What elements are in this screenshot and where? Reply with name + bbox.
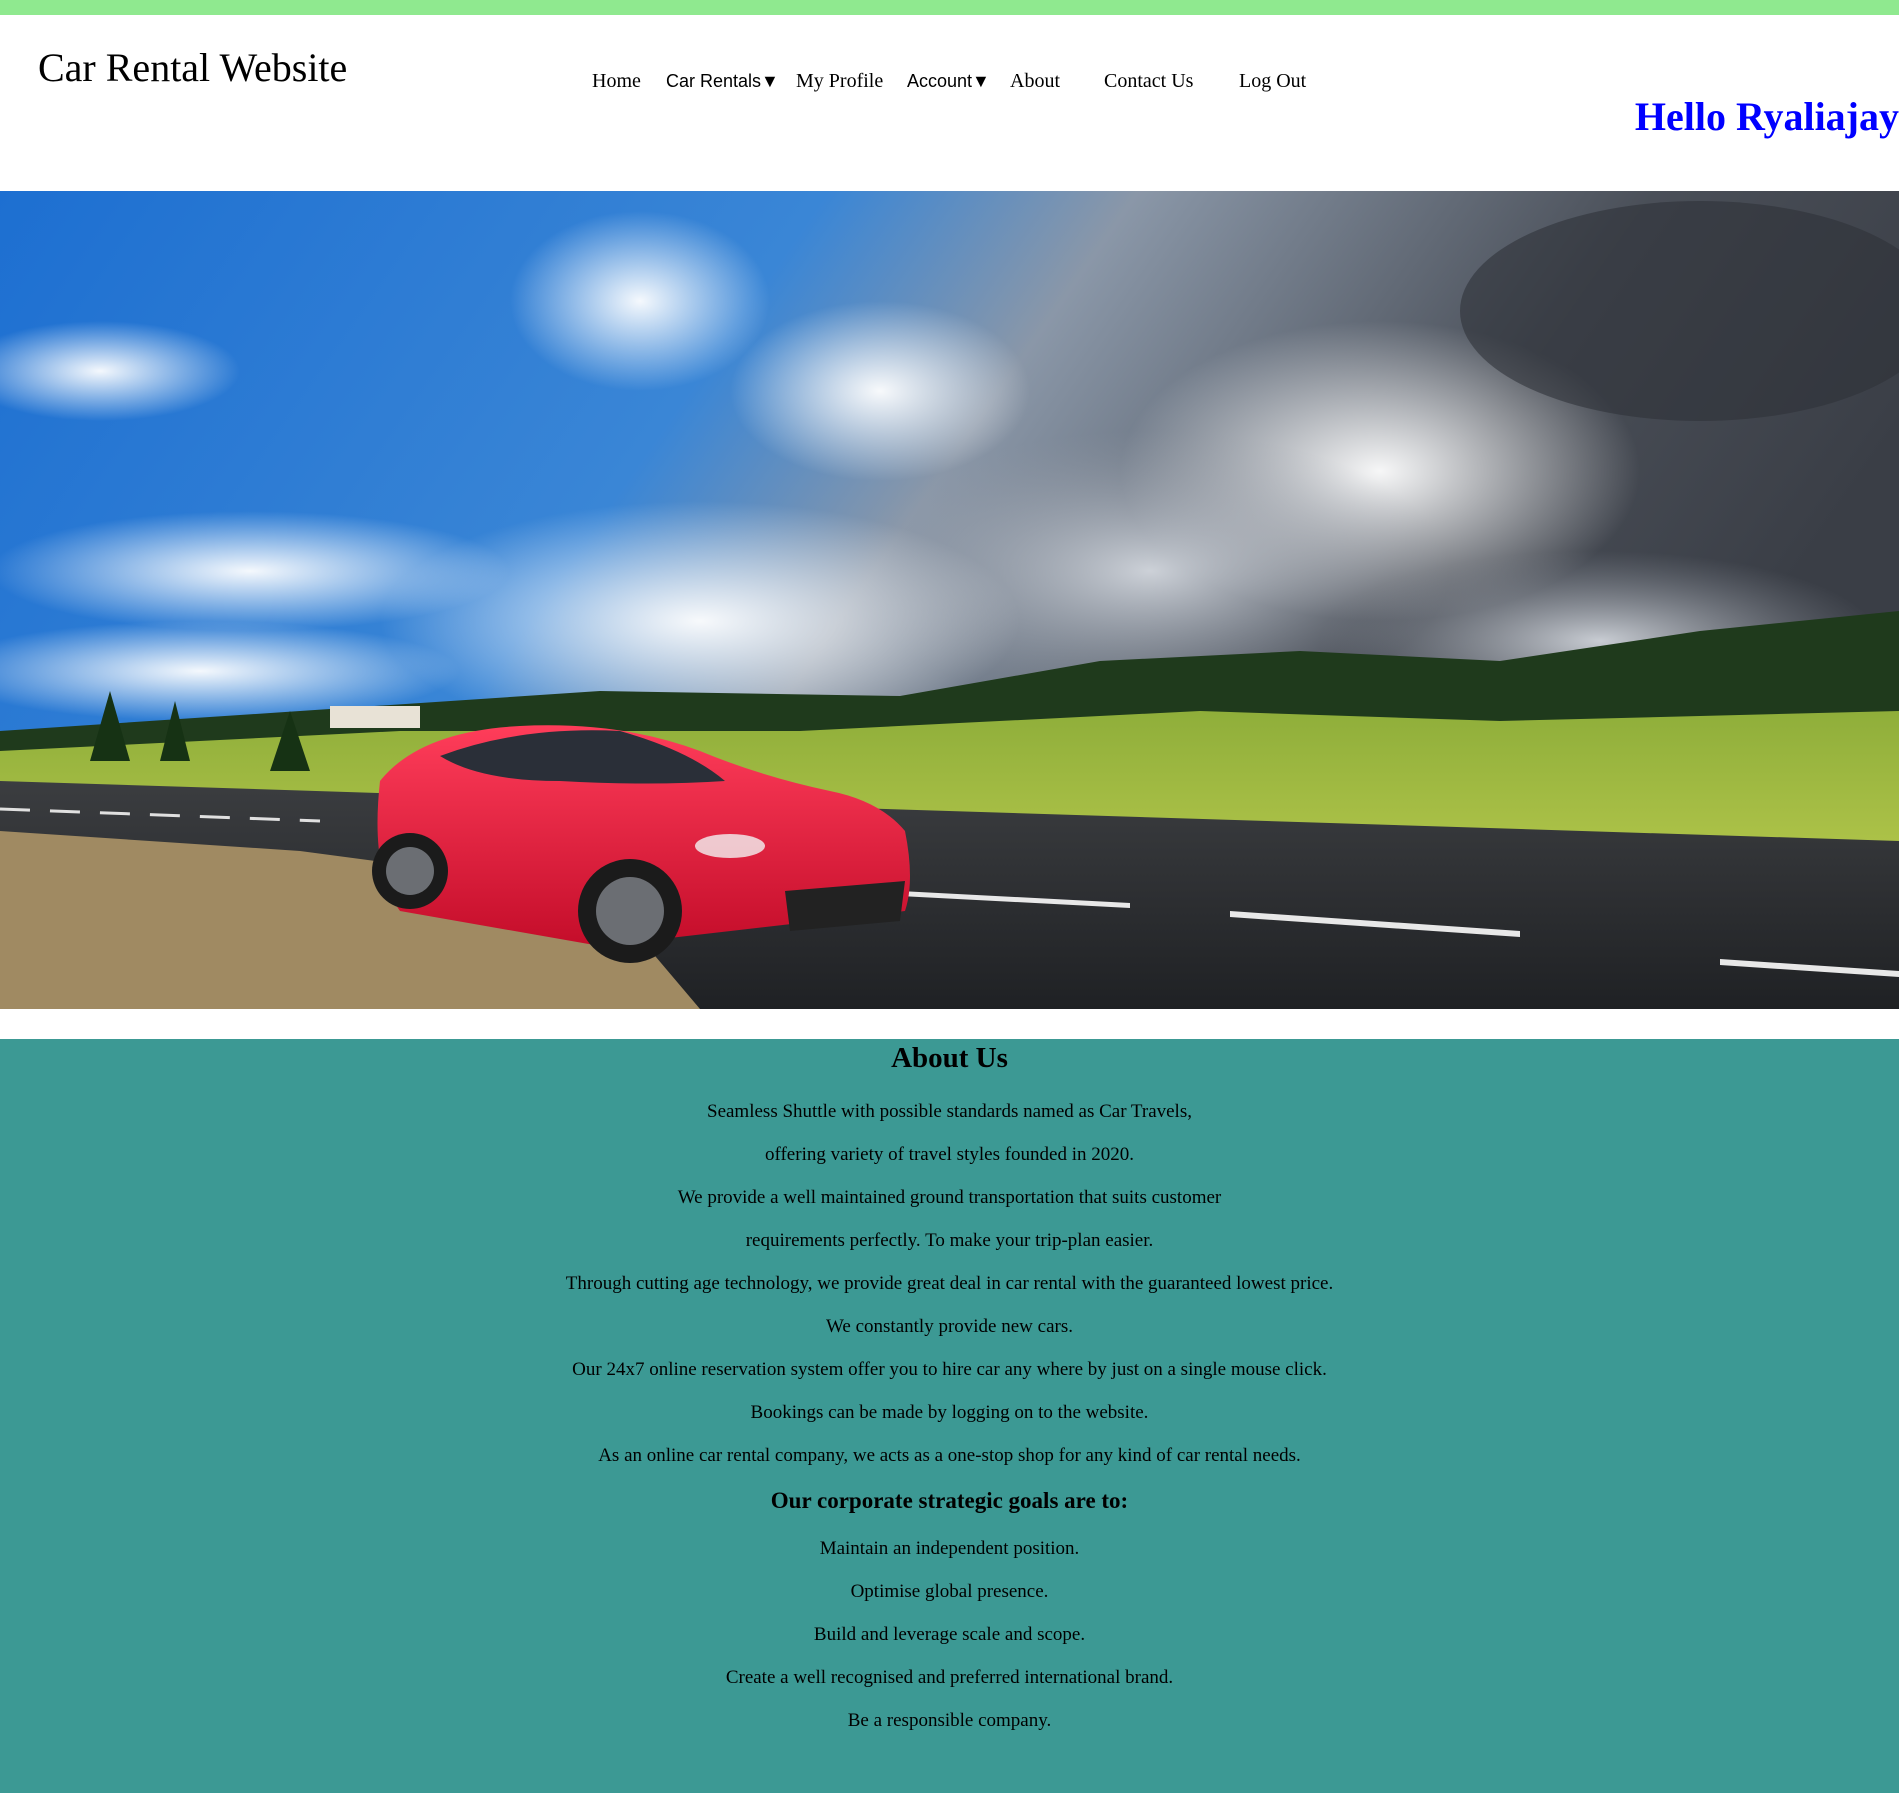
top-color-strip: [0, 0, 1899, 15]
goal-item: Optimise global presence.: [850, 1581, 1049, 1602]
nav-home[interactable]: Home: [592, 56, 641, 106]
about-section: About Us Seamless Shuttle with possible …: [0, 1039, 1899, 1793]
about-paragraph: Our 24x7 online reservation system offer…: [572, 1359, 1327, 1380]
about-paragraph: We provide a well maintained ground tran…: [677, 1187, 1222, 1208]
hero-banner-image: [0, 191, 1899, 1009]
goal-item: Create a well recognised and preferred i…: [725, 1667, 1174, 1688]
about-heading: About Us: [891, 1042, 1008, 1074]
site-title: Car Rental Website: [38, 45, 348, 90]
nav-log-out[interactable]: Log Out: [1239, 56, 1306, 106]
nav-account-dropdown[interactable]: Account▼: [907, 56, 990, 106]
about-paragraph: We constantly provide new cars.: [826, 1316, 1073, 1337]
user-greeting: Hello Ryaliajay: [1634, 94, 1899, 139]
about-paragraph: Through cutting age technology, we provi…: [565, 1273, 1334, 1294]
about-paragraph: As an online car rental company, we acts…: [598, 1445, 1301, 1466]
goal-item: Be a responsible company.: [847, 1710, 1052, 1731]
goal-item: Build and leverage scale and scope.: [813, 1624, 1086, 1645]
about-paragraph: requirements perfectly. To make your tri…: [745, 1230, 1154, 1251]
about-paragraph: offering variety of travel styles founde…: [765, 1144, 1134, 1165]
about-paragraph: Bookings can be made by logging on to th…: [750, 1402, 1149, 1423]
goal-item: Maintain an independent position.: [819, 1538, 1080, 1559]
nav-contact-us[interactable]: Contact Us: [1104, 56, 1193, 106]
nav-car-rentals-dropdown[interactable]: Car Rentals▼: [666, 56, 779, 106]
goals-heading: Our corporate strategic goals are to:: [770, 1488, 1129, 1513]
nav-my-profile[interactable]: My Profile: [796, 56, 883, 106]
nav-about[interactable]: About: [1010, 56, 1060, 106]
about-paragraph: Seamless Shuttle with possible standards…: [707, 1101, 1192, 1122]
